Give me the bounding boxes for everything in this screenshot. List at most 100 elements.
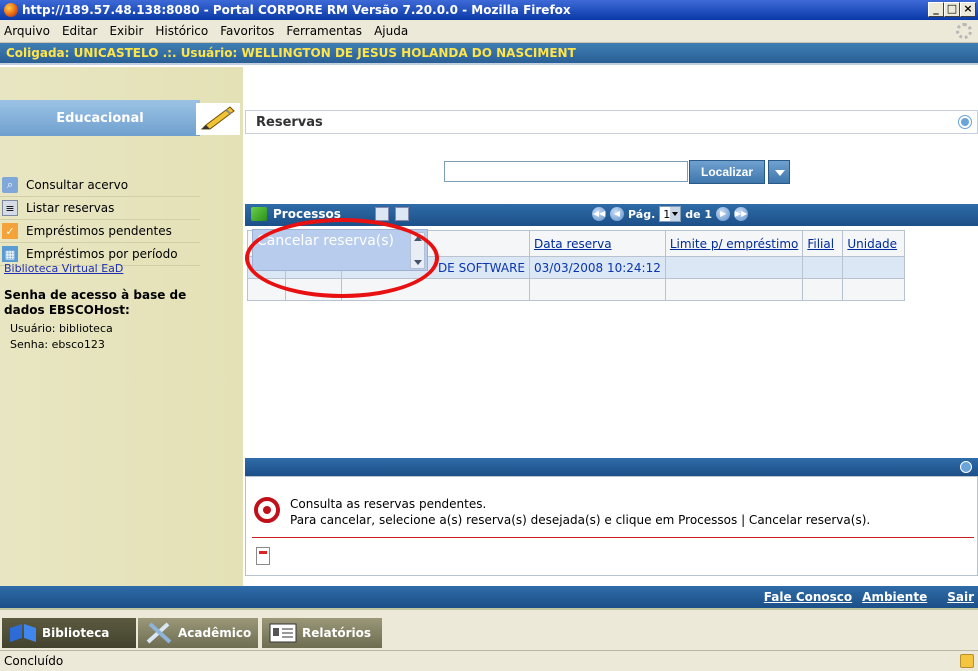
menu-bar: Arquivo Editar Exibir Histórico Favorito… bbox=[0, 20, 978, 43]
table-cell bbox=[247, 278, 286, 301]
tools-icon bbox=[146, 622, 172, 644]
biblioteca-virtual-link[interactable]: Biblioteca Virtual EaD bbox=[4, 262, 123, 275]
processos-label: Processos bbox=[273, 207, 341, 221]
help-bar bbox=[245, 458, 978, 476]
report-icon bbox=[269, 623, 297, 643]
refresh-icon[interactable] bbox=[375, 207, 389, 221]
help-text-line2: Para cancelar, selecione a(s) reserva(s)… bbox=[290, 513, 871, 527]
close-button[interactable]: × bbox=[960, 2, 976, 17]
table-cell bbox=[529, 278, 666, 301]
prev-page-icon[interactable]: ◀ bbox=[610, 207, 624, 221]
search-options-dropdown[interactable] bbox=[768, 160, 790, 184]
table-cell bbox=[842, 256, 906, 279]
window-title-bar: http://189.57.48.138:8080 - Portal CORPO… bbox=[0, 0, 978, 20]
ebsco-password: Senha: ebsco123 bbox=[10, 338, 105, 351]
target-icon bbox=[254, 497, 280, 523]
status-bar: Concluído bbox=[0, 650, 978, 671]
sidebar-item-consultar-acervo[interactable]: ⌕ Consultar acervo bbox=[0, 174, 200, 197]
search-input[interactable] bbox=[444, 161, 688, 182]
menu-editar[interactable]: Editar bbox=[62, 24, 98, 38]
user-info-bar: Coligada: UNICASTELO .:. Usuário: WELLIN… bbox=[0, 43, 978, 65]
menu-ajuda[interactable]: Ajuda bbox=[374, 24, 408, 38]
document-icon[interactable] bbox=[256, 547, 270, 565]
column-header-data-reserva[interactable]: Data reserva bbox=[529, 230, 666, 257]
firefox-icon bbox=[4, 3, 18, 17]
collapse-icon[interactable] bbox=[959, 116, 971, 128]
maximize-button[interactable]: □ bbox=[944, 2, 960, 17]
table-cell bbox=[842, 278, 906, 301]
footer-links: Fale Conosco Ambiente Sair bbox=[764, 590, 974, 604]
sidebar-title[interactable]: Educacional bbox=[0, 100, 200, 136]
help-text-line1: Consulta as reservas pendentes. bbox=[290, 497, 487, 511]
menu-arquivo[interactable]: Arquivo bbox=[4, 24, 50, 38]
menu-favoritos[interactable]: Favoritos bbox=[220, 24, 274, 38]
pencil-icon bbox=[196, 103, 240, 135]
sidebar-item-emprestimos-pendentes[interactable]: ✓ Empréstimos pendentes bbox=[0, 220, 200, 243]
localizar-button[interactable]: Localizar bbox=[689, 160, 765, 184]
sair-link[interactable]: Sair bbox=[947, 590, 974, 604]
popup-scrollbar[interactable] bbox=[410, 232, 425, 269]
tab-relatorios[interactable]: Relatórios bbox=[262, 618, 382, 648]
footer-bar: Fale Conosco Ambiente Sair bbox=[0, 586, 978, 608]
menu-ferramentas[interactable]: Ferramentas bbox=[286, 24, 362, 38]
book-icon bbox=[10, 624, 36, 642]
table-cell bbox=[664, 256, 804, 279]
processos-button[interactable]: Processos bbox=[251, 207, 341, 221]
throbber-icon bbox=[956, 23, 972, 39]
sidebar-item-listar-reservas[interactable]: ≡ Listar reservas bbox=[0, 197, 200, 220]
collapse-help-icon[interactable] bbox=[960, 461, 972, 473]
help-divider bbox=[252, 537, 974, 538]
tab-academico[interactable]: Acadêmico bbox=[138, 618, 258, 648]
ambiente-link[interactable]: Ambiente bbox=[862, 590, 927, 604]
help-panel: Consulta as reservas pendentes. Para can… bbox=[245, 476, 978, 576]
fale-conosco-link[interactable]: Fale Conosco bbox=[764, 590, 852, 604]
next-page-icon[interactable]: ▶ bbox=[716, 207, 731, 221]
first-page-icon[interactable]: ◀◀ bbox=[592, 207, 606, 221]
table-cell: 03/03/2008 10:24:12 bbox=[529, 256, 666, 279]
processos-menu: Cancelar reserva(s) bbox=[252, 229, 428, 271]
page-title: Reservas bbox=[245, 110, 978, 134]
filter-icon[interactable] bbox=[395, 207, 409, 221]
sidebar-item-label: Empréstimos por período bbox=[26, 247, 178, 261]
tab-academico-label: Acadêmico bbox=[178, 626, 252, 640]
menu-exibir[interactable]: Exibir bbox=[109, 24, 143, 38]
ebsco-credentials-title: Senha de acesso à base de dados EBSCOHos… bbox=[4, 288, 187, 317]
list-icon: ≡ bbox=[2, 200, 18, 216]
cancelar-reserva-item[interactable]: Cancelar reserva(s) bbox=[257, 233, 394, 249]
page-label: Pág. bbox=[628, 207, 656, 221]
chevron-down-icon bbox=[670, 207, 681, 221]
sidebar-item-label: Listar reservas bbox=[26, 201, 115, 215]
status-text: Concluído bbox=[4, 654, 64, 668]
table-cell bbox=[341, 278, 530, 301]
tab-relatorios-label: Relatórios bbox=[302, 626, 371, 640]
last-page-icon[interactable]: ▶▶ bbox=[734, 207, 749, 221]
column-header-filial[interactable]: Filial bbox=[802, 230, 844, 257]
sidebar-item-label: Empréstimos pendentes bbox=[26, 224, 172, 238]
page-select[interactable]: 1 bbox=[659, 206, 682, 222]
ebsco-user: Usuário: biblioteca bbox=[10, 322, 113, 335]
table-row bbox=[247, 278, 906, 301]
window-controls: _ □ × bbox=[928, 2, 976, 17]
minimize-button[interactable]: _ bbox=[928, 2, 944, 17]
table-cell bbox=[802, 278, 844, 301]
check-icon: ✓ bbox=[2, 223, 18, 239]
page-total: de 1 bbox=[685, 207, 713, 221]
column-header-limite[interactable]: Limite p/ empréstimo bbox=[664, 230, 804, 257]
window-title: http://189.57.48.138:8080 - Portal CORPO… bbox=[22, 3, 571, 17]
grid-toolbar: Processos ◀◀ ◀ Pág. 1 de 1 ▶ ▶▶ bbox=[245, 204, 978, 226]
table-cell bbox=[285, 278, 342, 301]
module-tabs: Biblioteca Acadêmico Relatórios bbox=[0, 608, 978, 650]
pager: ◀◀ ◀ Pág. 1 de 1 ▶ ▶▶ bbox=[592, 206, 749, 222]
tab-biblioteca[interactable]: Biblioteca bbox=[2, 618, 136, 648]
column-header-unidade[interactable]: Unidade bbox=[842, 230, 906, 257]
calendar-icon: ▦ bbox=[2, 246, 18, 262]
menu-historico[interactable]: Histórico bbox=[155, 24, 208, 38]
tab-biblioteca-label: Biblioteca bbox=[42, 626, 110, 640]
table-cell bbox=[802, 256, 844, 279]
status-icon bbox=[960, 654, 974, 668]
search-icon: ⌕ bbox=[2, 177, 18, 193]
table-cell bbox=[664, 278, 804, 301]
sidebar-menu-list: ⌕ Consultar acervo ≡ Listar reservas ✓ E… bbox=[0, 174, 200, 266]
page-title-text: Reservas bbox=[256, 114, 323, 130]
process-icon bbox=[251, 207, 267, 221]
